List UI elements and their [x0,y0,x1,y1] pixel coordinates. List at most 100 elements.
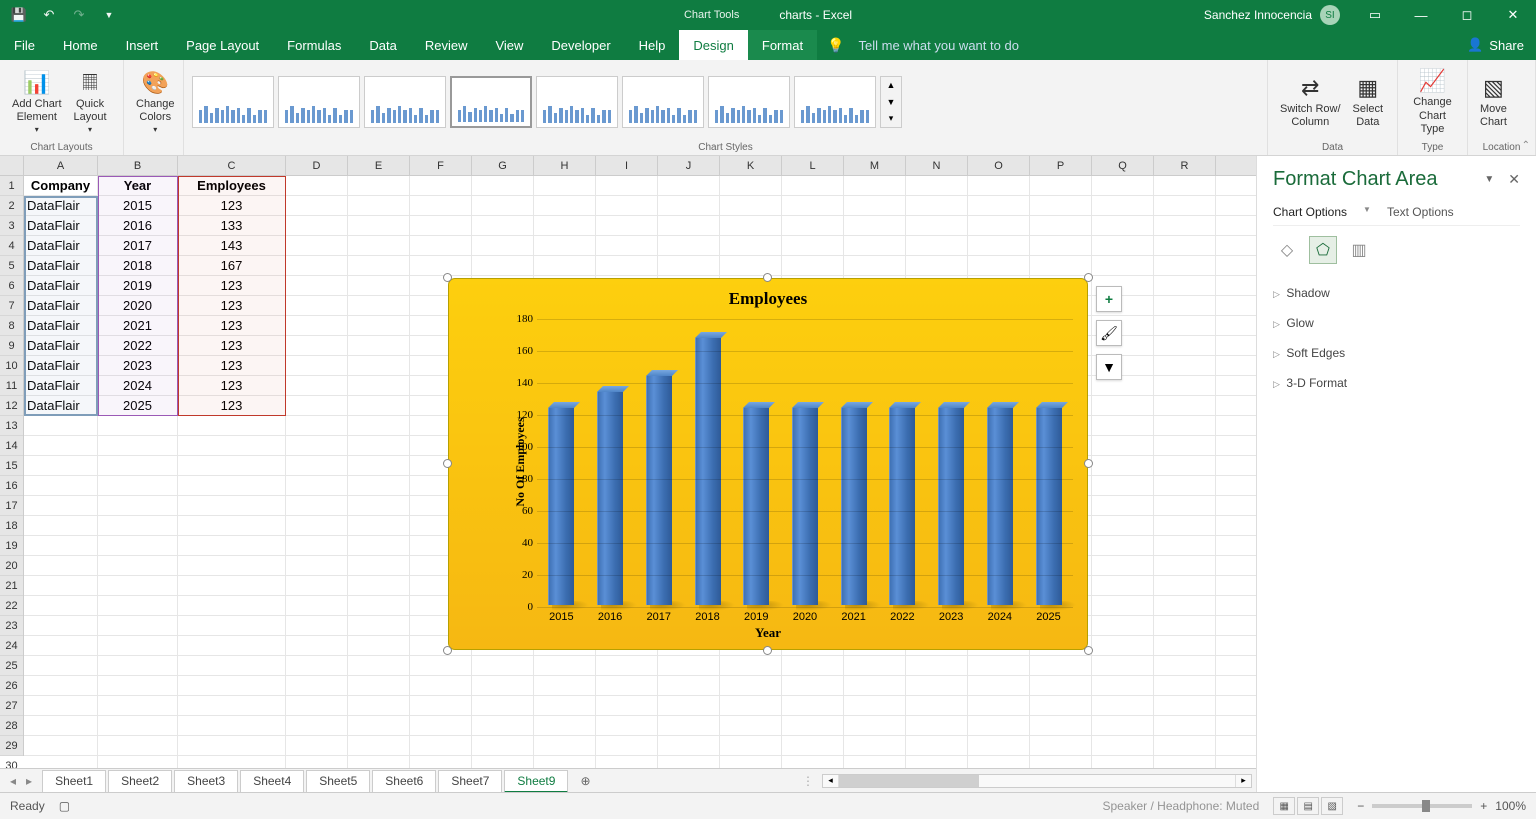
row-header[interactable]: 17 [0,496,23,516]
chart-style-thumb[interactable] [536,76,618,128]
plot-area[interactable] [537,319,1073,605]
sheet-tab[interactable]: Sheet6 [372,770,436,793]
cell-header-year[interactable]: Year [98,176,178,195]
zoom-in-icon[interactable]: + [1480,799,1487,813]
col-header[interactable]: O [968,156,1030,175]
row-header[interactable]: 1 [0,176,23,196]
page-break-view-icon[interactable]: ▧ [1321,797,1343,815]
menu-data[interactable]: Data [355,30,410,60]
menu-file[interactable]: File [0,30,49,60]
cell-year[interactable]: 2024 [98,376,178,395]
menu-formulas[interactable]: Formulas [273,30,355,60]
sheet-tab[interactable]: Sheet4 [240,770,304,793]
chart-elements-button[interactable]: + [1096,286,1122,312]
chart-styles-more[interactable]: ▲▼▾ [880,76,902,128]
menu-help[interactable]: Help [625,30,680,60]
col-header[interactable]: P [1030,156,1092,175]
row-header[interactable]: 21 [0,576,23,596]
chart-title[interactable]: Employees [449,279,1087,309]
col-header[interactable]: H [534,156,596,175]
chart-style-thumb[interactable] [708,76,790,128]
sheet-nav-first-icon[interactable]: ◂ [10,774,16,788]
row-header[interactable]: 25 [0,656,23,676]
row-header[interactable]: 15 [0,456,23,476]
col-header[interactable]: K [720,156,782,175]
ribbon-display-options-icon[interactable]: ▭ [1352,0,1398,30]
menu-page-layout[interactable]: Page Layout [172,30,273,60]
row-header[interactable]: 26 [0,676,23,696]
chart-styles-button[interactable]: 🖌 [1096,320,1122,346]
row-header[interactable]: 4 [0,236,23,256]
move-chart-button[interactable]: ▧Move Chart [1476,73,1511,132]
col-header[interactable]: Q [1092,156,1154,175]
cell-year[interactable]: 2015 [98,196,178,215]
minimize-icon[interactable]: — [1398,0,1444,30]
cell-company[interactable]: DataFlair [24,336,98,355]
cell-year[interactable]: 2022 [98,336,178,355]
size-properties-icon[interactable]: ▥ [1345,236,1373,264]
section-shadow[interactable]: Shadow [1273,278,1520,308]
sheet-tab[interactable]: Sheet9 [504,770,568,793]
cell-company[interactable]: DataFlair [24,236,98,255]
sheet-tab[interactable]: Sheet5 [306,770,370,793]
pane-close-icon[interactable]: ✕ [1508,171,1520,188]
cell-employees[interactable]: 143 [178,236,286,255]
section-soft-edges[interactable]: Soft Edges [1273,338,1520,368]
cell-employees[interactable]: 133 [178,216,286,235]
row-header[interactable]: 7 [0,296,23,316]
add-chart-element-button[interactable]: 📊Add Chart Element▾ [8,68,66,136]
hscroll-right-icon[interactable]: ▸ [1235,775,1251,787]
hscroll-left-icon[interactable]: ◂ [823,775,839,787]
cell-year[interactable]: 2018 [98,256,178,275]
sheet-tab[interactable]: Sheet2 [108,770,172,793]
chart-bar[interactable] [695,338,721,605]
cell-year[interactable]: 2021 [98,316,178,335]
col-header[interactable]: J [658,156,720,175]
cell-header-employees[interactable]: Employees [178,176,286,195]
row-header[interactable]: 11 [0,376,23,396]
menu-format[interactable]: Format [748,30,817,60]
share-button[interactable]: 👤 Share [1467,37,1524,53]
row-header[interactable]: 8 [0,316,23,336]
sheet-tab[interactable]: Sheet1 [42,770,106,793]
chart-style-thumb[interactable] [364,76,446,128]
chart-options-tab[interactable]: Chart Options [1273,205,1347,219]
select-all-triangle[interactable] [0,156,24,175]
cell-employees[interactable]: 167 [178,256,286,275]
cell-employees[interactable]: 123 [178,296,286,315]
normal-view-icon[interactable]: ▦ [1273,797,1295,815]
text-options-tab[interactable]: Text Options [1387,205,1454,219]
cell-employees[interactable]: 123 [178,316,286,335]
cell-company[interactable]: DataFlair [24,296,98,315]
page-layout-view-icon[interactable]: ▤ [1297,797,1319,815]
x-axis-label[interactable]: Year [755,625,781,641]
menu-home[interactable]: Home [49,30,112,60]
col-header[interactable]: R [1154,156,1216,175]
change-colors-button[interactable]: 🎨Change Colors▾ [132,68,179,136]
cell-company[interactable]: DataFlair [24,276,98,295]
col-header[interactable]: N [906,156,968,175]
qat-customize-icon[interactable]: ▼ [98,4,120,26]
cell-company[interactable]: DataFlair [24,396,98,415]
row-header[interactable]: 19 [0,536,23,556]
cell-year[interactable]: 2020 [98,296,178,315]
cell-company[interactable]: DataFlair [24,216,98,235]
chart-style-thumb[interactable] [622,76,704,128]
chart-style-thumb[interactable] [450,76,532,128]
col-header[interactable]: B [98,156,178,175]
maximize-icon[interactable]: ◻ [1444,0,1490,30]
section-3d-format[interactable]: 3-D Format [1273,368,1520,398]
row-header[interactable]: 14 [0,436,23,456]
cell-header-company[interactable]: Company [24,176,98,195]
row-header[interactable]: 9 [0,336,23,356]
cell-year[interactable]: 2017 [98,236,178,255]
close-icon[interactable]: ✕ [1490,0,1536,30]
col-header[interactable]: D [286,156,348,175]
row-header[interactable]: 5 [0,256,23,276]
menu-view[interactable]: View [481,30,537,60]
cell-company[interactable]: DataFlair [24,376,98,395]
cell-employees[interactable]: 123 [178,196,286,215]
col-header[interactable]: F [410,156,472,175]
horizontal-scrollbar[interactable]: ⋮ ◂▸ [601,774,1257,788]
cell-employees[interactable]: 123 [178,396,286,415]
